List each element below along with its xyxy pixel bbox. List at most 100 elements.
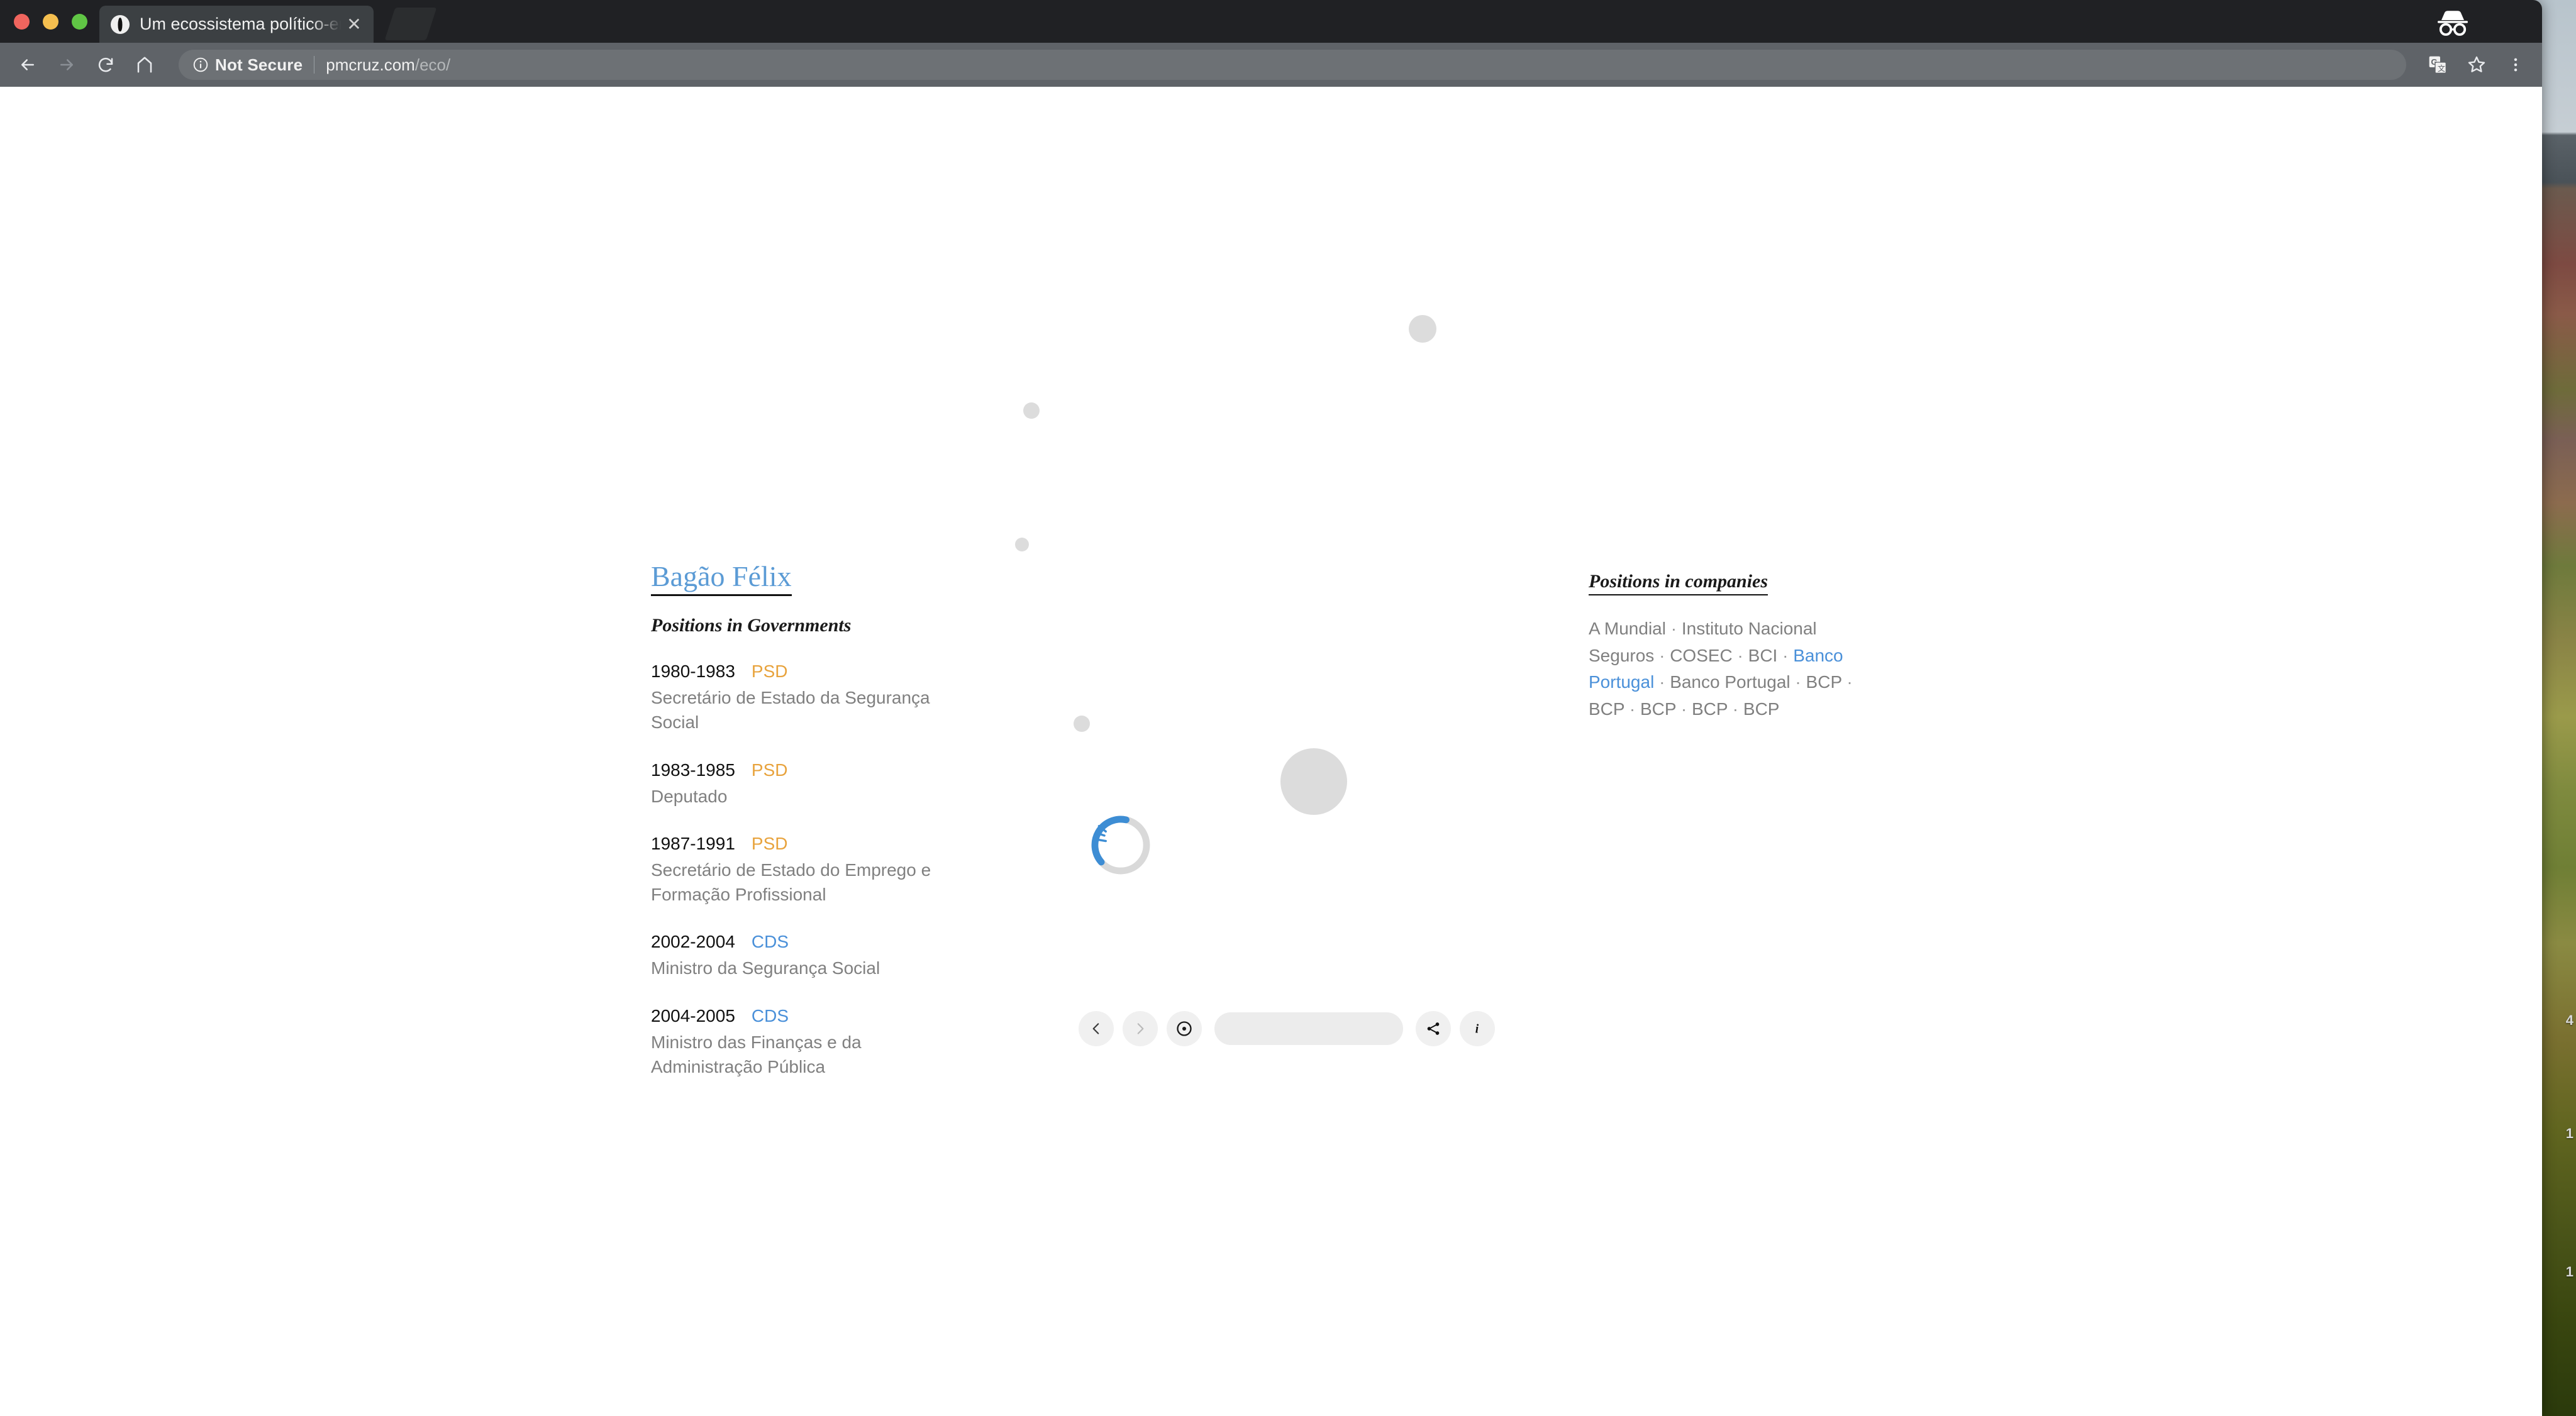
government-position-entry: 1983-1985 PSD Deputado <box>651 760 965 809</box>
position-header: 1987-1991 PSD <box>651 834 965 854</box>
browser-menu-button[interactable] <box>2499 48 2532 81</box>
company-item[interactable]: BCP <box>1806 672 1842 692</box>
companies-section-label: Positions in companies <box>1589 571 1768 595</box>
url-path: /eco/ <box>414 55 451 74</box>
company-separator: · <box>1841 672 1853 692</box>
company-item[interactable]: BCI <box>1748 646 1778 665</box>
share-button[interactable] <box>1416 1011 1451 1046</box>
graph-node[interactable] <box>1280 748 1347 815</box>
browser-window: Um ecossistema político-empr ✕ <box>0 0 2542 1416</box>
company-separator: · <box>1665 619 1682 638</box>
home-icon <box>137 57 152 73</box>
governments-section-label: Positions in Governments <box>651 615 852 636</box>
recenter-button[interactable] <box>1167 1011 1202 1046</box>
position-role: Deputado <box>651 786 728 806</box>
government-position-entry: 1980-1983 PSD Secretário de Estado da Segu… <box>651 661 965 734</box>
share-icon <box>1427 1022 1440 1035</box>
page-title[interactable]: Bagão Félix <box>651 561 792 597</box>
position-header: 2004-2005 CDS <box>651 1006 965 1026</box>
home-button[interactable] <box>127 47 162 82</box>
star-icon <box>2468 56 2485 72</box>
back-button[interactable] <box>10 47 45 82</box>
graph-control-bar: i <box>1079 1011 1495 1046</box>
position-header: 2002-2004 CDS <box>651 932 965 952</box>
search-input[interactable] <box>1235 1020 1430 1037</box>
target-icon <box>1177 1021 1192 1036</box>
loading-spinner <box>1091 816 1150 875</box>
svg-text:i: i <box>1475 1023 1479 1036</box>
incognito-hat-glasses-icon <box>2438 11 2468 36</box>
graph-node[interactable] <box>1074 716 1090 732</box>
info-button[interactable]: i <box>1460 1011 1495 1046</box>
government-position-entry: 1987-1991 PSD Secretário de Estado do Empr… <box>651 834 965 907</box>
desktop-icon-label: 1 <box>2565 1264 2573 1280</box>
translate-button[interactable]: G 文 <box>2421 48 2454 81</box>
position-party[interactable]: PSD <box>752 661 788 682</box>
minimize-window-button[interactable] <box>43 14 58 30</box>
company-item[interactable]: BCP <box>1640 699 1676 719</box>
zoom-window-button[interactable] <box>72 14 87 30</box>
company-separator: · <box>1654 672 1670 692</box>
forward-arrow-icon <box>60 59 73 70</box>
security-status-text: Not Secure <box>215 55 303 74</box>
position-role: Ministro da Segurança Social <box>651 958 880 978</box>
graph-node[interactable] <box>1015 538 1029 551</box>
tab-title: Um ecossistema político-empr <box>140 14 343 33</box>
graph-back-button[interactable] <box>1079 1011 1114 1046</box>
position-party[interactable]: CDS <box>752 932 789 952</box>
svg-text:文: 文 <box>2438 64 2445 73</box>
company-item[interactable]: A Mundial <box>1589 619 1666 638</box>
position-role: Ministro das Finanças e da Administração… <box>651 1032 862 1076</box>
info-italic-icon: i <box>1475 1023 1479 1036</box>
desktop-icon-label: 1 <box>2565 1126 2573 1141</box>
browser-tab[interactable]: Um ecossistema político-empr ✕ <box>99 6 374 43</box>
company-item[interactable]: BCP <box>1743 699 1780 719</box>
company-separator: · <box>1728 699 1743 719</box>
position-years: 1987-1991 <box>651 834 735 854</box>
position-role: Secretário de Estado da Segurança Social <box>651 688 930 732</box>
government-positions-list: 1980-1983 PSD Secretário de Estado da Segu… <box>651 661 965 1079</box>
company-separator: · <box>1624 699 1640 719</box>
position-header: 1983-1985 PSD <box>651 760 965 780</box>
reload-button[interactable] <box>88 47 123 82</box>
back-arrow-icon <box>21 59 34 70</box>
position-years: 2002-2004 <box>651 932 735 952</box>
graph-node[interactable] <box>1409 315 1436 343</box>
tab-strip: Um ecossistema político-empr ✕ <box>0 0 2542 43</box>
forward-button[interactable] <box>49 47 84 82</box>
company-separator: · <box>1732 645 1748 665</box>
position-party[interactable]: PSD <box>752 834 788 854</box>
company-separator: · <box>1654 645 1670 665</box>
close-icon[interactable]: ✕ <box>343 14 365 35</box>
company-item[interactable]: COSEC <box>1670 646 1733 665</box>
company-separator: · <box>1676 699 1692 719</box>
government-position-entry: 2004-2005 CDS Ministro das Finanças e da A… <box>651 1006 965 1079</box>
graph-node[interactable] <box>1023 402 1040 419</box>
translate-icon: G 文 <box>2429 56 2446 74</box>
person-detail-panel: Bagão Félix Positions in Governments 198… <box>651 561 965 1079</box>
company-item[interactable]: Banco Portugal <box>1670 672 1790 692</box>
position-header: 1980-1983 PSD <box>651 661 965 682</box>
new-tab-button[interactable] <box>384 8 437 40</box>
address-bar[interactable]: Not Secure pmcruz.com/eco/ <box>179 50 2406 80</box>
position-years: 1980-1983 <box>651 661 735 682</box>
company-item[interactable]: BCP <box>1692 699 1728 719</box>
government-position-entry: 2002-2004 CDS Ministro da Segurança Social <box>651 932 965 981</box>
info-circle-icon <box>193 57 208 72</box>
bookmark-button[interactable] <box>2460 48 2493 81</box>
position-party[interactable]: CDS <box>752 1006 789 1026</box>
position-years: 2004-2005 <box>651 1006 735 1026</box>
bowling-pin-favicon <box>111 14 130 34</box>
position-role: Secretário de Estado do Emprego e Formaç… <box>651 860 931 904</box>
url-text: pmcruz.com/eco/ <box>326 55 450 75</box>
close-window-button[interactable] <box>14 14 30 30</box>
graph-forward-button[interactable] <box>1123 1011 1158 1046</box>
company-item[interactable]: BCP <box>1589 699 1624 719</box>
graph-search-box[interactable] <box>1214 1012 1430 1045</box>
url-domain: pmcruz.com <box>326 55 415 74</box>
companies-panel: Positions in companies A Mundial · Insti… <box>1589 571 1865 722</box>
reload-icon <box>98 57 113 72</box>
window-traffic-lights <box>14 14 87 30</box>
position-party[interactable]: PSD <box>752 760 788 780</box>
chevron-left-icon <box>1092 1023 1099 1034</box>
